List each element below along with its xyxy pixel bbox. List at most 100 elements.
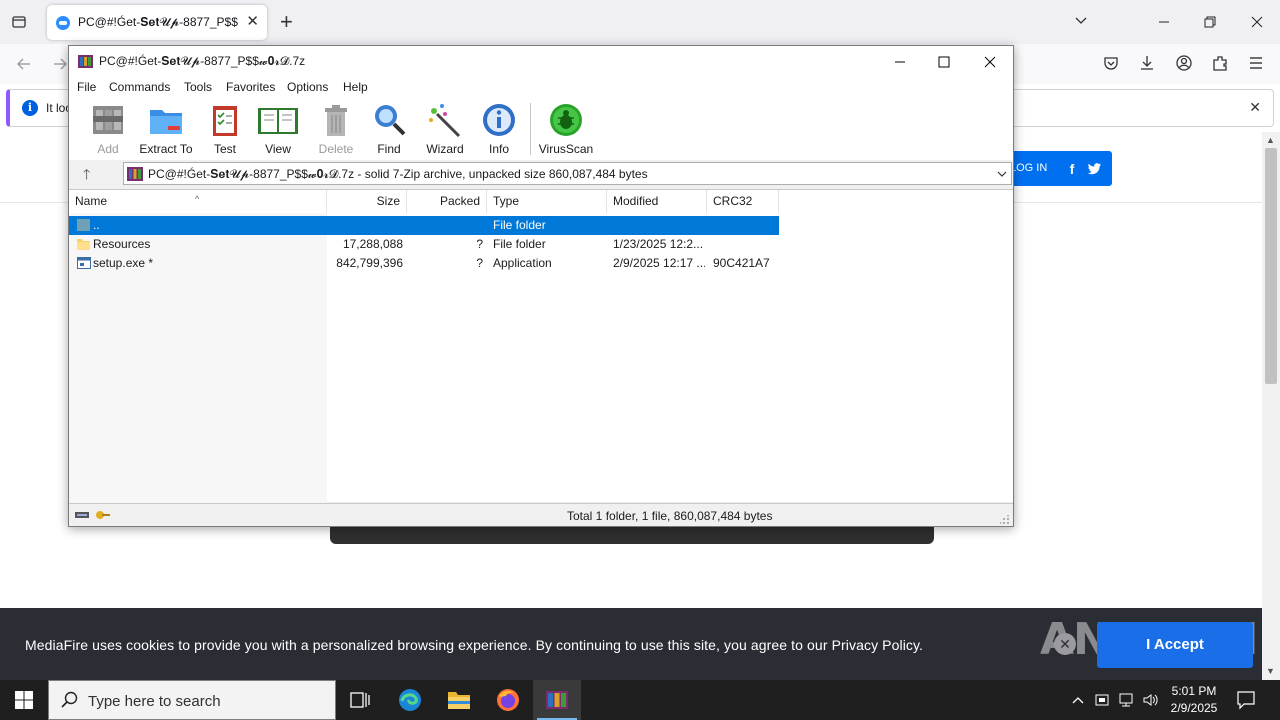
firefox-icon[interactable] <box>484 680 532 720</box>
menu-favorites[interactable]: Favorites <box>226 80 275 94</box>
file-explorer-icon[interactable] <box>435 680 483 720</box>
restore-browser-button[interactable] <box>1187 0 1233 44</box>
wizard-wand-icon <box>427 102 463 138</box>
winrar-close-button[interactable] <box>967 46 1013 77</box>
winrar-window: PC@#!Ǵet-𝐒𝐞𝐭𝓤𝓹-8877_P$$𝔀𝟎𝓻𝓓.7z File Comm… <box>68 45 1014 527</box>
winrar-title: PC@#!Ǵet-𝐒𝐞𝐭𝓤𝓹-8877_P$$𝔀𝟎𝓻𝓓.7z <box>99 54 306 68</box>
browser-tab-bar: PC@#!Ǵet-𝐒𝐞𝐭𝓤𝓹-8877_P$$ ✕ + <box>0 0 1280 44</box>
winrar-title-bar[interactable]: PC@#!Ǵet-𝐒𝐞𝐭𝓤𝓹-8877_P$$𝔀𝟎𝓻𝓓.7z <box>69 46 1013 77</box>
cookie-close-icon[interactable]: ✕ <box>1054 633 1076 655</box>
table-row[interactable]: Resources 17,288,088 ? File folder 1/23/… <box>69 235 779 254</box>
security-shield-icon[interactable] <box>1092 680 1112 720</box>
col-modified[interactable]: Modified <box>607 190 707 213</box>
tab-list-icon[interactable] <box>8 11 30 33</box>
winrar-maximize-button[interactable] <box>921 46 967 77</box>
view-button[interactable]: View <box>256 102 300 158</box>
toolbar-separator <box>530 103 531 155</box>
search-placeholder: Type here to search <box>88 693 221 710</box>
winrar-minimize-button[interactable] <box>877 46 923 77</box>
extensions-icon[interactable] <box>1211 54 1231 74</box>
windows-taskbar: Type here to search 5:01 PM 2/9/2025 <box>0 680 1280 720</box>
menu-hamburger-icon[interactable] <box>1247 54 1267 74</box>
add-button[interactable]: Add <box>88 102 128 158</box>
pocket-icon[interactable] <box>1102 54 1122 74</box>
downloads-icon[interactable] <box>1138 54 1158 74</box>
virusscan-button[interactable]: VirusScan <box>537 102 595 158</box>
taskbar-clock[interactable]: 5:01 PM 2/9/2025 <box>1160 683 1228 717</box>
new-tab-button[interactable]: + <box>280 9 293 35</box>
parent-folder-icon <box>77 218 90 232</box>
winrar-status-bar: Total 1 folder, 1 file, 860,087,484 byte… <box>69 503 1013 526</box>
taskbar-search-box[interactable]: Type here to search <box>48 680 336 720</box>
status-drive-key-icons <box>75 509 111 521</box>
mediafire-favicon-icon <box>56 15 70 30</box>
back-arrow-icon[interactable] <box>13 53 35 75</box>
extract-folder-icon <box>148 102 184 138</box>
tab-close-icon[interactable]: ✕ <box>246 14 259 30</box>
search-icon <box>61 691 79 712</box>
address-text: PC@#!Ǵet-𝐒𝐞𝐭𝓤𝓹-8877_P$$𝔀𝟎𝓻𝓓.7z - solid 7… <box>148 167 648 181</box>
status-text: Total 1 folder, 1 file, 860,087,484 byte… <box>567 509 773 523</box>
wizard-button[interactable]: Wizard <box>421 102 469 158</box>
address-dropdown-chevron-icon[interactable] <box>997 168 1007 182</box>
browser-tab-active[interactable]: PC@#!Ǵet-𝐒𝐞𝐭𝓤𝓹-8877_P$$ ✕ <box>47 5 267 40</box>
clock-time: 5:01 PM <box>1171 684 1217 698</box>
test-clipboard-icon <box>207 102 243 138</box>
notification-close-icon[interactable]: ✕ <box>1249 99 1261 116</box>
col-packed[interactable]: Packed <box>407 190 487 213</box>
account-icon[interactable] <box>1175 54 1195 74</box>
twitter-icon[interactable] <box>1085 160 1103 178</box>
info-icon: i <box>22 100 38 116</box>
add-archive-icon <box>90 102 126 138</box>
info-circle-icon <box>481 102 517 138</box>
menu-commands[interactable]: Commands <box>109 80 170 94</box>
delete-button[interactable]: Delete <box>314 102 358 158</box>
archive-icon <box>127 166 143 182</box>
table-row[interactable]: setup.exe * 842,799,396 ? Application 2/… <box>69 254 779 273</box>
extract-to-button[interactable]: Extract To <box>138 102 194 158</box>
login-social-bar: LOG IN f <box>1005 151 1112 186</box>
volume-speaker-icon[interactable] <box>1140 680 1162 720</box>
file-list: Name ^ Size Packed Type Modified CRC32 .… <box>69 189 1013 503</box>
minimize-browser-button[interactable] <box>1141 0 1187 44</box>
facebook-icon[interactable]: f <box>1063 160 1081 178</box>
virusscan-bug-icon <box>548 102 584 138</box>
up-one-level-arrow-icon[interactable]: 🡑 <box>83 164 90 188</box>
col-name[interactable]: Name ^ <box>69 190 327 213</box>
page-scrollbar[interactable]: ▲ ▼ <box>1262 132 1280 680</box>
col-type[interactable]: Type <box>487 190 607 213</box>
folder-icon <box>77 237 90 251</box>
table-row-parent[interactable]: .. File folder <box>69 216 779 235</box>
network-icon[interactable] <box>1116 680 1138 720</box>
scroll-up-arrow-icon[interactable]: ▲ <box>1266 135 1275 145</box>
menu-tools[interactable]: Tools <box>184 80 212 94</box>
winrar-address-bar: 🡑 PC@#!Ǵet-𝐒𝐞𝐭𝓤𝓹-8877_P$$𝔀𝟎𝓻𝓓.7z - solid… <box>69 160 1013 187</box>
login-link[interactable]: LOG IN <box>1010 162 1047 174</box>
menu-options[interactable]: Options <box>287 80 328 94</box>
close-browser-button[interactable] <box>1234 0 1280 44</box>
winrar-toolbar: Add Extract To Test View Delete Find Wiz… <box>69 97 1013 160</box>
scrollbar-thumb[interactable] <box>1265 148 1277 384</box>
address-field[interactable]: PC@#!Ǵet-𝐒𝐞𝐭𝓤𝓹-8877_P$$𝔀𝟎𝓻𝓓.7z - solid 7… <box>123 162 1012 185</box>
task-view-icon[interactable] <box>336 680 384 720</box>
col-size[interactable]: Size <box>327 190 407 213</box>
resize-grip-icon[interactable] <box>1000 514 1010 524</box>
col-crc32[interactable]: CRC32 <box>707 190 779 213</box>
show-hidden-icons-chevron-icon[interactable] <box>1068 680 1088 720</box>
info-button[interactable]: Info <box>479 102 519 158</box>
find-button[interactable]: Find <box>369 102 409 158</box>
test-button[interactable]: Test <box>205 102 245 158</box>
accept-cookies-button[interactable]: I Accept <box>1097 622 1253 668</box>
winrar-taskbar-icon[interactable] <box>533 680 581 720</box>
scroll-down-arrow-icon[interactable]: ▼ <box>1266 666 1275 676</box>
menu-file[interactable]: File <box>77 80 96 94</box>
column-headers: Name ^ Size Packed Type Modified CRC32 <box>69 190 1013 213</box>
edge-browser-icon[interactable] <box>386 680 434 720</box>
clock-date: 2/9/2025 <box>1170 701 1218 715</box>
menu-help[interactable]: Help <box>343 80 368 94</box>
winrar-app-icon <box>78 54 93 69</box>
action-center-notification-icon[interactable] <box>1236 690 1256 713</box>
start-windows-icon[interactable] <box>0 680 48 720</box>
list-all-tabs-chevron-icon[interactable] <box>1073 12 1089 31</box>
winrar-menu-bar: File Commands Tools Favorites Options He… <box>69 77 1013 97</box>
